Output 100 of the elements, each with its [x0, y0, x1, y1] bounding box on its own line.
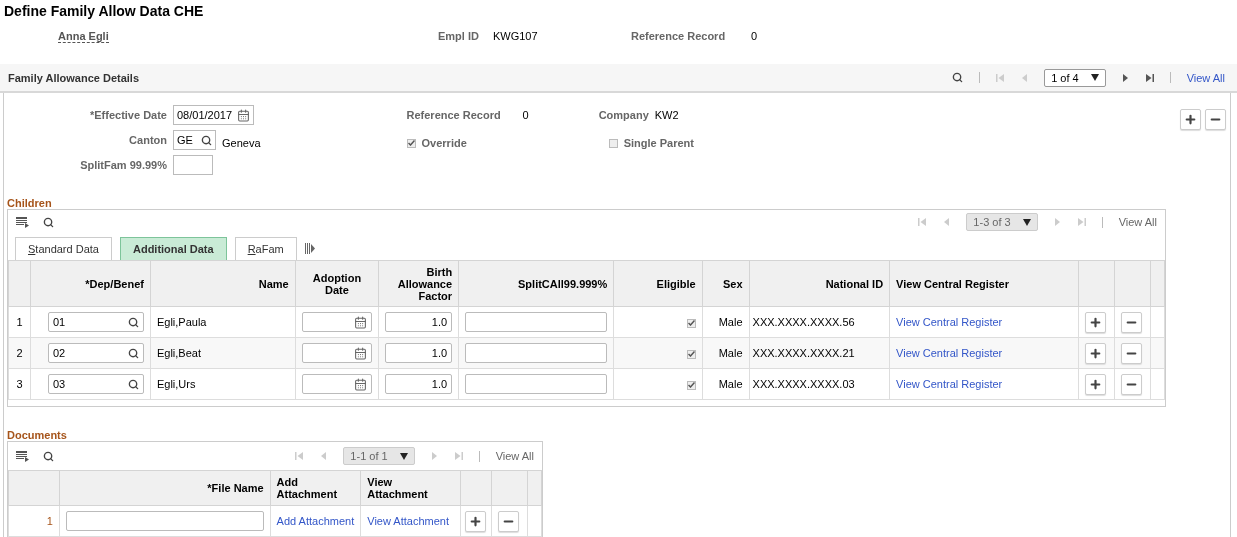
row-number: 3	[8, 368, 31, 400]
show-all-columns-icon[interactable]	[304, 242, 315, 254]
input-field[interactable]	[465, 343, 608, 363]
page-selector[interactable]: 1-1 of 1	[343, 447, 415, 465]
tab[interactable]: Standard Data	[15, 237, 112, 260]
checkbox[interactable]	[686, 380, 696, 390]
add-row-button[interactable]	[1085, 373, 1106, 395]
add-row-button[interactable]	[1180, 109, 1201, 130]
check-icon	[687, 351, 695, 357]
canton-name: Geneva	[222, 137, 261, 149]
search-icon[interactable]	[127, 316, 139, 328]
search-icon[interactable]	[127, 378, 139, 390]
plus-icon	[1184, 113, 1197, 126]
page-title: Define Family Allow Data CHE	[3, 2, 205, 21]
column-header: SplitCAll99.999%	[458, 260, 614, 307]
calendar-icon[interactable]	[354, 377, 368, 391]
add-row-button[interactable]	[465, 510, 487, 532]
lookup-field[interactable]: 02	[47, 343, 144, 363]
date-field[interactable]	[301, 312, 373, 332]
column-header: National ID	[749, 260, 890, 307]
page-selector[interactable]: 1 of 4	[1044, 68, 1106, 87]
tab[interactable]: Additional Data	[119, 237, 227, 260]
field-label: Canton	[128, 134, 167, 146]
factor-field[interactable]: 1.0	[385, 374, 453, 394]
section-title: Family Allowance Details	[8, 71, 141, 84]
row-number: 1	[8, 306, 31, 338]
calendar-icon[interactable]	[354, 346, 368, 360]
checkbox-label: Override	[421, 137, 467, 149]
field-label: Reference Record	[630, 30, 726, 42]
field-label: Company	[598, 109, 649, 121]
input-field[interactable]	[465, 374, 608, 394]
field-label: Empl ID	[438, 30, 479, 42]
canton-field[interactable]: GE	[173, 130, 216, 150]
row-number: 2	[8, 337, 31, 369]
group-title: Children	[7, 197, 53, 209]
date-field[interactable]: 08/01/2017	[173, 105, 254, 125]
view-all-link[interactable]: View All	[1186, 71, 1225, 84]
field-label: SplitFam 99.99%	[79, 159, 167, 171]
delete-row-button[interactable]	[1120, 311, 1142, 333]
field-value: 0	[751, 30, 758, 42]
table-cell: XXX.XXXX.XXXX.21	[749, 337, 890, 369]
column-header: View Attachment	[360, 470, 461, 506]
grid-settings-icon[interactable]	[16, 216, 29, 228]
column-header: Adoption Date	[295, 260, 379, 307]
lookup-field[interactable]: 01	[47, 312, 144, 332]
table-cell: XXX.XXXX.XXXX.03	[749, 368, 890, 400]
column-header: *Dep/Benef	[30, 260, 151, 307]
plus-icon	[469, 514, 483, 528]
field-value: KW2	[654, 109, 679, 121]
calendar-icon[interactable]	[354, 315, 368, 329]
tab[interactable]: RaFam	[234, 237, 297, 260]
factor-field[interactable]: 1.0	[385, 312, 453, 332]
column-header: Birth Allowance Factor	[378, 260, 459, 307]
calendar-icon[interactable]	[237, 108, 250, 122]
field-value: KWG107	[492, 30, 539, 42]
field-label: Reference Record	[406, 109, 502, 121]
column-header: *File Name	[59, 470, 271, 506]
group-title: Documents	[7, 429, 68, 441]
page-selector[interactable]: 1-3 of 3	[966, 213, 1038, 231]
grid-settings-icon[interactable]	[16, 450, 29, 462]
plus-icon	[1089, 346, 1102, 360]
input-field[interactable]	[173, 155, 213, 175]
employee-name: Anna Egli	[58, 30, 109, 43]
column-header: Name	[150, 260, 296, 307]
checkbox[interactable]	[406, 138, 416, 148]
checkbox[interactable]	[608, 138, 618, 148]
add-row-button[interactable]	[1085, 311, 1106, 333]
search-icon[interactable]	[43, 450, 54, 462]
delete-row-button[interactable]	[1120, 342, 1142, 364]
file-name-field[interactable]	[65, 511, 264, 531]
search-icon[interactable]	[127, 347, 139, 359]
search-icon[interactable]	[43, 216, 54, 228]
search-icon[interactable]	[201, 134, 212, 146]
date-field[interactable]	[301, 374, 373, 394]
factor-field[interactable]: 1.0	[385, 343, 453, 363]
delete-row-button[interactable]	[498, 510, 520, 532]
date-field[interactable]	[301, 343, 373, 363]
next-page-icon[interactable]	[1121, 72, 1130, 83]
delete-row-button[interactable]	[1120, 373, 1142, 395]
search-icon[interactable]	[952, 72, 964, 83]
caret-icon	[1022, 218, 1031, 226]
check-icon	[687, 382, 695, 388]
table-cell: Egli,Beat	[150, 337, 296, 369]
column-header: Add Attachment	[270, 470, 361, 506]
plus-icon	[1089, 315, 1102, 329]
view-all-link[interactable]: View All	[495, 450, 534, 462]
row-number: 1	[8, 505, 60, 537]
last-page-icon[interactable]	[1145, 72, 1154, 83]
view-all-link[interactable]: View All	[1118, 216, 1157, 228]
plus-icon	[1089, 377, 1102, 391]
lookup-field[interactable]: 03	[47, 374, 144, 394]
checkbox[interactable]	[686, 349, 696, 359]
input-field[interactable]	[465, 312, 608, 332]
check-icon	[687, 320, 695, 326]
caret-icon	[399, 452, 408, 460]
column-header: Sex	[702, 260, 750, 307]
checkbox[interactable]	[686, 318, 696, 328]
field-label: *Effective Date	[88, 109, 167, 121]
add-row-button[interactable]	[1085, 342, 1106, 364]
checkbox-label: Single Parent	[623, 137, 694, 149]
